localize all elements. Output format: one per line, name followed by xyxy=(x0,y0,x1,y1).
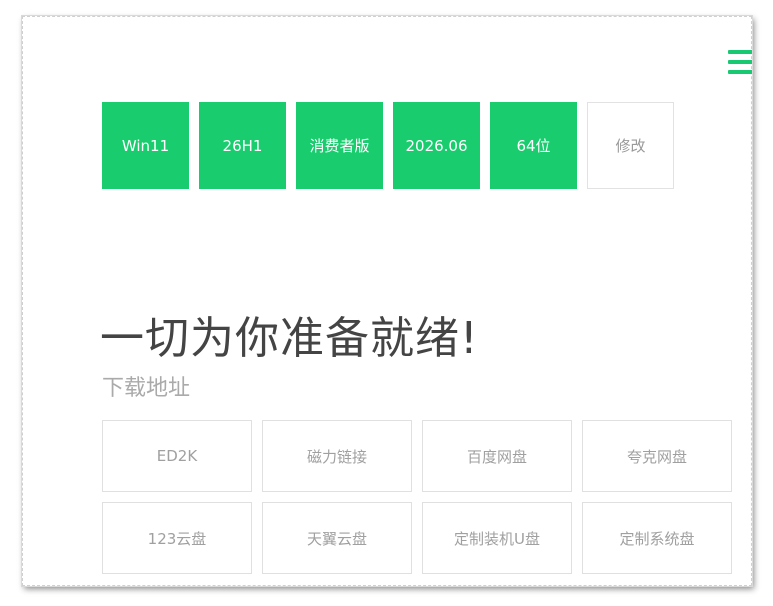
edition-tag-row: Win11 26H1 消费者版 2026.06 64位 修改 xyxy=(102,102,674,189)
tag-date[interactable]: 2026.06 xyxy=(393,102,480,189)
download-tianyi-cloud-button[interactable]: 天翼云盘 xyxy=(262,502,412,574)
page-title: 一切为你准备就绪! xyxy=(100,313,479,364)
tag-arch[interactable]: 64位 xyxy=(490,102,577,189)
tag-version[interactable]: 26H1 xyxy=(199,102,286,189)
download-123pan-button[interactable]: 123云盘 xyxy=(102,502,252,574)
download-links-grid: ED2K 磁力链接 百度网盘 夸克网盘 123云盘 天翼云盘 定制装机U盘 定制… xyxy=(102,420,732,574)
modify-button[interactable]: 修改 xyxy=(587,102,674,189)
menu-bar xyxy=(728,70,752,74)
tag-os[interactable]: Win11 xyxy=(102,102,189,189)
page-panel: Win11 26H1 消费者版 2026.06 64位 修改 一切为你准备就绪!… xyxy=(22,16,752,586)
download-ed2k-button[interactable]: ED2K xyxy=(102,420,252,492)
download-magnet-button[interactable]: 磁力链接 xyxy=(262,420,412,492)
menu-bar xyxy=(728,50,752,54)
tag-edition[interactable]: 消费者版 xyxy=(296,102,383,189)
menu-bar xyxy=(728,60,752,64)
custom-system-disk-button[interactable]: 定制系统盘 xyxy=(582,502,732,574)
custom-usb-button[interactable]: 定制装机U盘 xyxy=(422,502,572,574)
download-baidu-pan-button[interactable]: 百度网盘 xyxy=(422,420,572,492)
hamburger-menu-icon[interactable] xyxy=(728,48,752,76)
download-quark-pan-button[interactable]: 夸克网盘 xyxy=(582,420,732,492)
download-section-title: 下载地址 xyxy=(102,376,191,401)
